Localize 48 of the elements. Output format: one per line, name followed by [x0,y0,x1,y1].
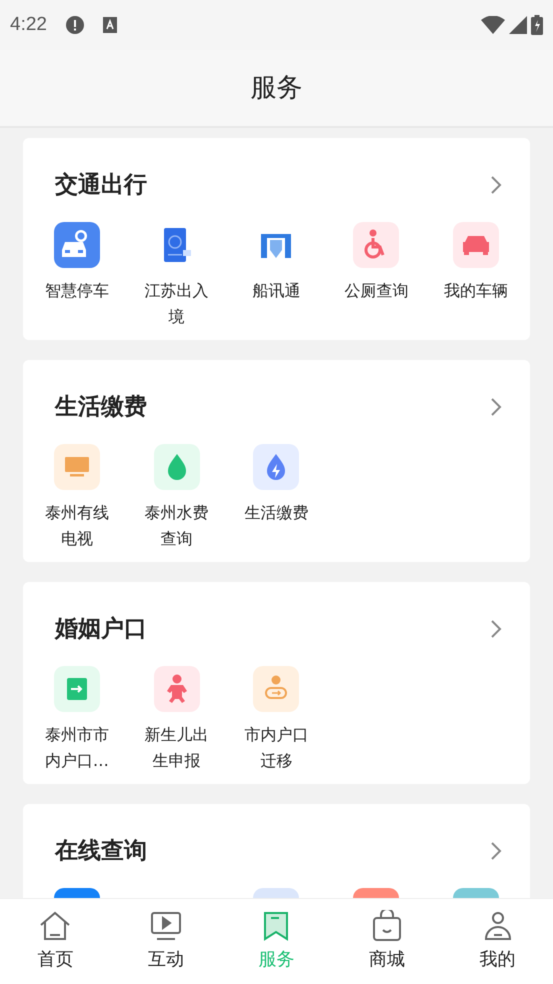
service-item[interactable]: 我的车辆 [426,222,526,330]
wifi-icon [481,16,505,34]
service-item[interactable]: 智慧停车 [27,222,127,330]
service-label: 泰州市市内户口… [44,724,110,772]
signal-icon [509,16,527,34]
tab-button[interactable]: 互动 [110,899,222,984]
tab-button[interactable]: 商城 [332,899,442,984]
alert-icon [64,15,85,35]
page-title: 服务 [250,72,302,104]
service-item[interactable]: 泰州水费查询 [126,444,227,552]
tv-icon [54,444,100,490]
service-item[interactable]: 市内户口迁移 [226,666,326,774]
service-label: 公厕查询 [343,280,410,302]
person-transfer-icon [253,666,300,712]
service-item[interactable]: 泰州有线电视 [27,444,127,552]
baby-icon [154,666,200,712]
water-drop-icon [154,444,200,490]
status-time: 4:22 [10,12,47,37]
service-label: 新生儿出生申报 [144,724,210,772]
service-label: 智慧停车 [44,280,110,302]
service-label: 泰州有线电视 [44,502,110,550]
tab-button[interactable]: 首页 [0,899,111,984]
car-icon [453,222,500,268]
wheelchair-icon [353,222,400,268]
service-item[interactable]: 新生儿出生申报 [126,666,227,774]
service-label: 我的车辆 [443,280,510,302]
chevron-right-icon[interactable] [490,397,502,417]
chevron-right-icon[interactable] [490,175,502,195]
service-item[interactable]: 泰州市市内户口… [27,666,127,774]
service-label: 船讯通 [251,280,302,302]
section-title: 交通出行 [55,170,147,200]
service-item[interactable]: 生活缴费 [226,444,326,552]
service-item[interactable]: 公厕查询 [326,222,426,330]
service-label: 市内户口迁移 [243,724,310,772]
chevron-right-icon[interactable] [490,841,502,861]
section-title: 婚姻户口 [55,614,147,644]
service-item[interactable]: 船讯通 [226,222,326,330]
tab-button[interactable]: 我的 [442,899,553,984]
chevron-right-icon[interactable] [490,619,502,639]
service-item[interactable]: 江苏出入境 [126,222,227,330]
service-label: 江苏出入境 [144,280,210,328]
bolt-drop-icon [253,444,300,490]
service-label: 生活缴费 [243,502,310,524]
section-title: 生活缴费 [55,392,147,422]
keyboard-icon [102,17,117,33]
service-label: 泰州水费查询 [144,502,210,550]
battery-icon [531,15,543,35]
section-title: 在线查询 [55,836,147,866]
